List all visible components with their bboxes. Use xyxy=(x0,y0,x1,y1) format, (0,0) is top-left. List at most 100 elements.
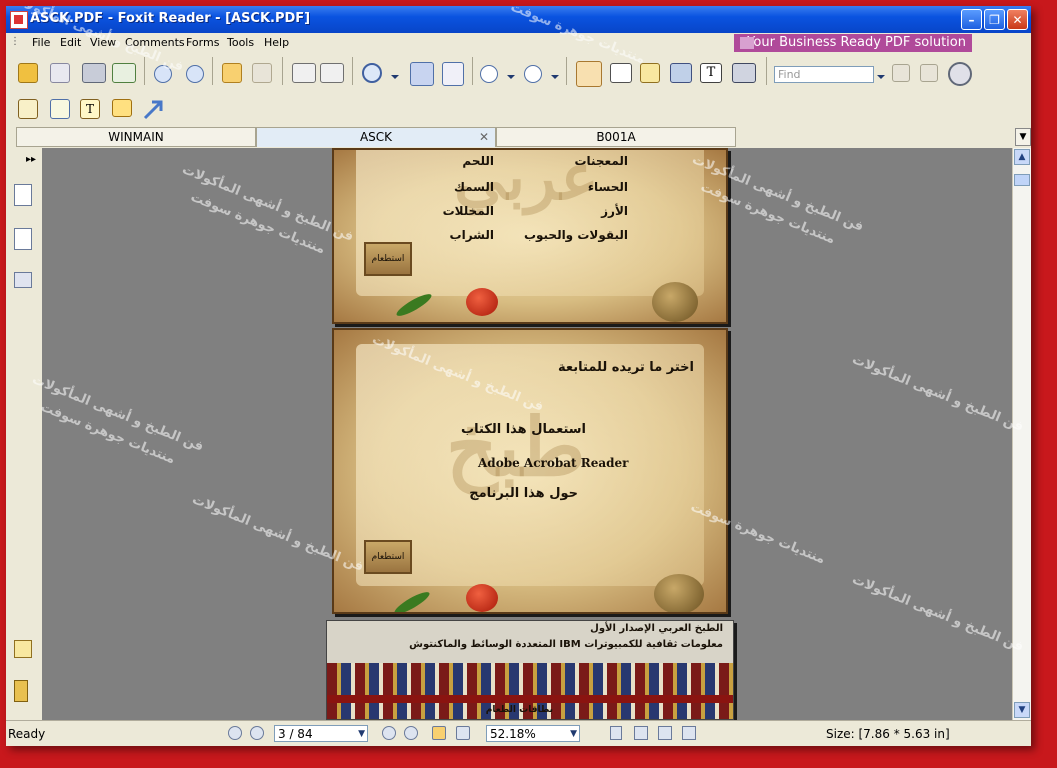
highlight-tool-icon[interactable] xyxy=(18,99,38,119)
rotate-left-icon[interactable] xyxy=(292,63,316,83)
typewriter-text-icon[interactable]: T xyxy=(700,63,722,83)
camera-icon[interactable] xyxy=(732,63,756,83)
last-page-icon[interactable] xyxy=(404,726,418,740)
single-page-icon[interactable] xyxy=(610,726,622,740)
search-icon[interactable] xyxy=(948,62,972,86)
next-view-icon[interactable] xyxy=(456,726,470,740)
next-page-icon[interactable] xyxy=(186,65,204,83)
forward-arrow-icon[interactable] xyxy=(252,63,272,83)
menu-tools[interactable]: Tools xyxy=(227,36,254,49)
comments-panel-icon[interactable] xyxy=(14,640,32,658)
select-text-icon[interactable] xyxy=(610,63,632,83)
find-input[interactable]: Find xyxy=(774,66,874,83)
previous-page-icon[interactable] xyxy=(154,65,172,83)
page-number-value: 3 / 84 xyxy=(278,727,313,741)
main-toolbar: T Find xyxy=(6,53,1031,92)
tab-winmain[interactable]: WINMAIN xyxy=(16,127,256,147)
menu-comments[interactable]: Comments xyxy=(125,36,185,49)
fit-page-icon[interactable] xyxy=(410,62,434,86)
tomato-image xyxy=(466,288,498,316)
menu-edit[interactable]: Edit xyxy=(60,36,81,49)
note-pencil-icon[interactable] xyxy=(50,99,70,119)
chevron-down-icon[interactable]: ▼ xyxy=(358,726,365,742)
minimize-button[interactable]: – xyxy=(961,9,982,30)
expand-panel-icon[interactable]: ▸▸ xyxy=(26,154,36,165)
prev-page-icon[interactable] xyxy=(250,726,264,740)
save-icon[interactable] xyxy=(50,63,70,83)
layers-icon[interactable] xyxy=(14,272,32,288)
page-number-field[interactable]: 3 / 84 ▼ xyxy=(274,725,368,742)
find-previous-icon[interactable] xyxy=(892,64,910,82)
menu-view[interactable]: View xyxy=(90,36,116,49)
navigation-panel: ▸▸ xyxy=(6,148,43,720)
rotate-right-icon[interactable] xyxy=(320,63,344,83)
find-next-icon[interactable] xyxy=(920,64,938,82)
document-tab-bar: WINMAIN ASCK ✕ B001A ▼ xyxy=(16,125,1031,147)
menu-item-meat[interactable]: اللحم xyxy=(462,154,494,168)
previous-view-icon[interactable] xyxy=(432,726,446,740)
document-view[interactable]: عربي المعجنات الحساء الأرز البقولات والح… xyxy=(42,148,1012,720)
menu-item-soup[interactable]: الحساء xyxy=(588,180,628,194)
vertical-scrollbar[interactable]: ▲ ▼ xyxy=(1012,148,1031,720)
chevron-down-icon[interactable] xyxy=(550,67,560,79)
page-back-button[interactable]: استطعام xyxy=(364,242,412,276)
close-button[interactable]: ✕ xyxy=(1007,9,1028,30)
promo-label: Your Business Ready PDF solution xyxy=(747,35,966,50)
leaf-image xyxy=(392,588,432,612)
arrow-tool-icon[interactable] xyxy=(142,97,166,121)
first-page-icon[interactable] xyxy=(228,726,242,740)
chevron-down-icon[interactable]: ▼ xyxy=(570,726,577,742)
page-back-button[interactable]: استطعام xyxy=(364,540,412,574)
open-folder-icon[interactable] xyxy=(18,63,38,83)
page-line-2: معلومات ثقافية للكمبيوترات IBM المتعددة … xyxy=(409,639,723,650)
option-about-program[interactable]: حول هذا البرنامج xyxy=(469,486,578,501)
menu-item-fish[interactable]: السمك xyxy=(454,180,494,194)
back-arrow-icon[interactable] xyxy=(222,63,242,83)
attachments-icon[interactable] xyxy=(14,680,28,702)
zoom-out-icon[interactable] xyxy=(480,65,498,83)
zoom-level-field[interactable]: 52.18% ▼ xyxy=(486,725,580,742)
tab-b001a[interactable]: B001A xyxy=(496,127,736,147)
scroll-thumb[interactable] xyxy=(1014,174,1030,186)
tab-label: ASCK xyxy=(359,130,393,144)
promo-banner[interactable]: Your Business Ready PDF solution xyxy=(734,34,972,52)
menu-help[interactable]: Help xyxy=(264,36,289,49)
fit-width-icon[interactable] xyxy=(442,62,464,86)
menu-item-pastries[interactable]: المعجنات xyxy=(574,154,628,168)
status-ready: Ready xyxy=(8,727,46,741)
print-icon[interactable] xyxy=(82,63,106,83)
restore-button[interactable]: ❐ xyxy=(984,9,1005,30)
embroidery-border xyxy=(327,695,733,703)
menu-item-drinks[interactable]: الشراب xyxy=(450,228,494,242)
chevron-down-icon[interactable] xyxy=(506,67,516,79)
scroll-up-button[interactable]: ▲ xyxy=(1014,149,1030,165)
tab-list-dropdown[interactable]: ▼ xyxy=(1015,128,1031,146)
menu-item-rice[interactable]: الأرز xyxy=(601,204,628,218)
hand-tool-icon[interactable] xyxy=(576,61,602,87)
textbox-tool-icon[interactable]: T xyxy=(80,99,100,119)
continuous-facing-icon[interactable] xyxy=(682,726,696,740)
chevron-down-icon[interactable] xyxy=(390,67,400,79)
scroll-down-button[interactable]: ▼ xyxy=(1014,702,1030,718)
menu-file[interactable]: File xyxy=(32,36,50,49)
next-page-icon[interactable] xyxy=(382,726,396,740)
zoom-in-icon[interactable] xyxy=(524,65,542,83)
chevron-down-icon[interactable] xyxy=(876,67,886,79)
snapshot-wand-icon[interactable] xyxy=(640,63,660,83)
email-icon[interactable] xyxy=(112,63,136,83)
option-acrobat-reader[interactable]: Adobe Acrobat Reader xyxy=(478,456,628,470)
pages-thumbnail-icon[interactable] xyxy=(14,228,32,250)
menu-item-pickles[interactable]: المخللات xyxy=(443,204,494,218)
zoom-in-magnifier-icon[interactable] xyxy=(362,63,382,83)
continuous-page-icon[interactable] xyxy=(634,726,648,740)
callout-comment-icon[interactable] xyxy=(112,99,132,117)
menu-item-legumes[interactable]: البقولات والحبوب xyxy=(524,228,628,242)
menu-forms[interactable]: Forms xyxy=(186,36,219,49)
facing-pages-icon[interactable] xyxy=(658,726,672,740)
tab-close-icon[interactable]: ✕ xyxy=(479,128,489,147)
find-binoculars-icon[interactable] xyxy=(670,63,692,83)
foxit-app-icon[interactable] xyxy=(10,11,28,29)
option-use-book[interactable]: استعمال هذا الكتاب xyxy=(461,422,586,437)
bookmarks-icon[interactable] xyxy=(14,184,32,206)
tab-asck[interactable]: ASCK ✕ xyxy=(256,127,496,147)
